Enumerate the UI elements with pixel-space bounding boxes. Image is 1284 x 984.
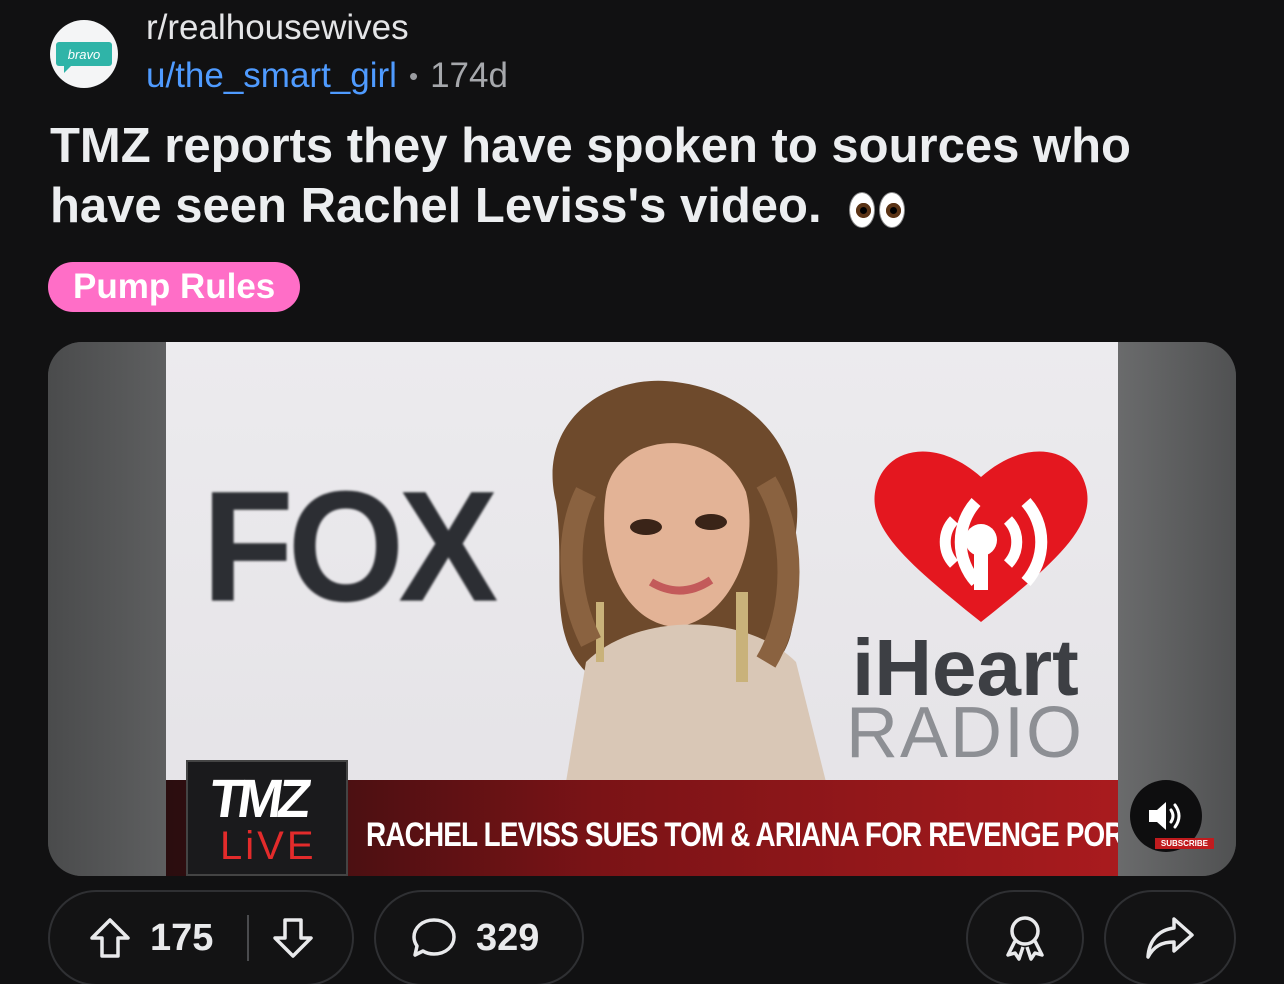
meta-separator: • <box>408 60 419 91</box>
vote-bar: 175 <box>48 890 354 984</box>
subreddit-avatar[interactable]: bravo <box>50 20 118 88</box>
video-player[interactable]: FOX iHeart RADIO TMZ LiVE RACHEL LEVISS … <box>48 342 1236 876</box>
post-age: 174d <box>430 56 508 95</box>
author-link[interactable]: u/the_smart_girl <box>146 56 397 96</box>
comment-count: 329 <box>476 916 540 959</box>
upvote-arrow-icon[interactable] <box>88 916 132 960</box>
post-flair[interactable]: Pump Rules <box>48 262 301 312</box>
video-blur-left <box>48 342 166 876</box>
iheart-logo-icon <box>874 451 1088 622</box>
vote-divider <box>247 915 250 961</box>
award-icon <box>1006 916 1044 961</box>
radio-word: RADIO <box>846 693 1085 773</box>
bravo-logo: bravo <box>56 42 112 73</box>
share-arrow-icon <box>1146 917 1194 959</box>
video-frame[interactable]: FOX iHeart RADIO TMZ LiVE RACHEL LEVISS … <box>166 342 1118 876</box>
tmz-live-badge: TMZ LiVE <box>186 760 348 876</box>
tmz-logo: TMZ <box>205 769 311 829</box>
subscribe-badge: SUBSCRIBE <box>1154 838 1214 849</box>
speaker-icon <box>1149 802 1181 830</box>
news-headline: RACHEL LEVISS SUES TOM & ARIANA FOR REVE… <box>366 816 1118 854</box>
upvote-count: 175 <box>150 916 214 959</box>
subreddit-name[interactable]: r/realhousewives <box>146 8 409 48</box>
tmz-live-label: LiVE <box>220 824 317 868</box>
fox-logo: FOX <box>202 457 498 635</box>
person-photo <box>552 380 826 782</box>
downvote-arrow-icon[interactable] <box>271 916 315 960</box>
award-button[interactable] <box>966 890 1084 984</box>
eyes-emoji <box>845 179 906 233</box>
post-title-text: TMZ reports they have spoken to sources … <box>50 119 1131 233</box>
share-button[interactable] <box>1104 890 1236 984</box>
comment-bubble-icon <box>412 918 456 957</box>
post-title[interactable]: TMZ reports they have spoken to sources … <box>50 116 1240 236</box>
comments-button[interactable]: 329 <box>374 890 584 984</box>
post-meta: u/the_smart_girl • 174d <box>146 56 508 96</box>
